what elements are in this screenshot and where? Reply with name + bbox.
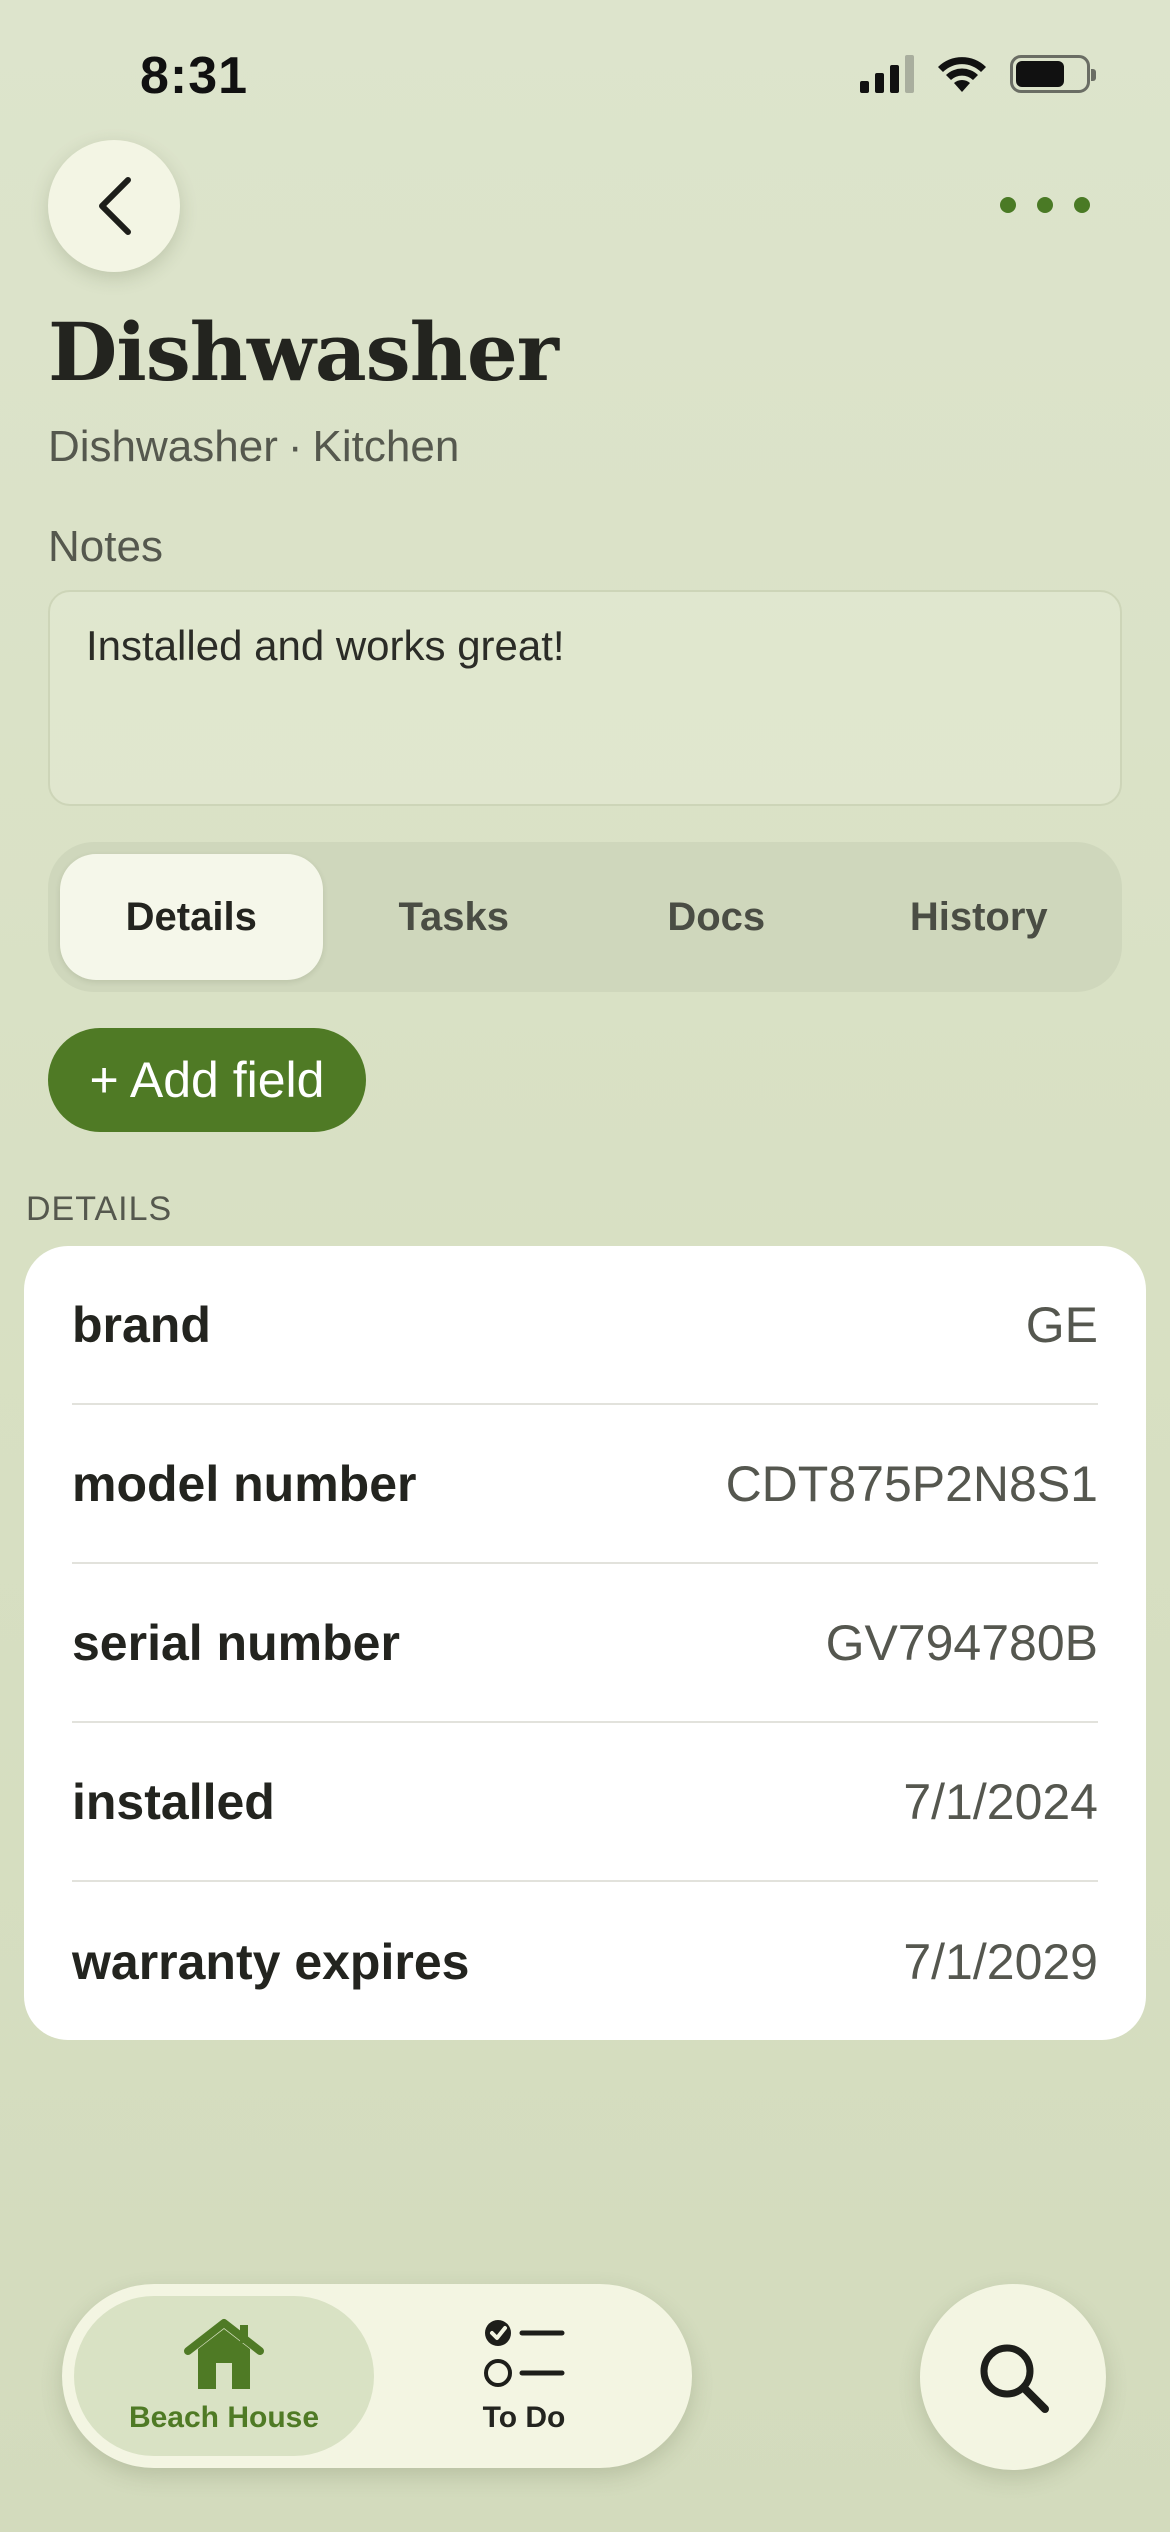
notes-field[interactable]: Installed and works great! [48,590,1122,806]
details-card: brand GE model number CDT875P2N8S1 seria… [24,1246,1146,2040]
status-icons [860,54,1096,94]
detail-row-installed[interactable]: installed 7/1/2024 [72,1723,1098,1882]
item-subtitle: Dishwasher · Kitchen [48,422,459,472]
notes-label: Notes [48,522,163,571]
back-button[interactable] [48,140,180,272]
tab-docs[interactable]: Docs [585,854,848,980]
page-title: Dishwasher [48,305,559,399]
detail-value: GV794780B [825,1614,1098,1671]
item-room: Kitchen [312,422,460,471]
battery-icon [1010,55,1096,93]
more-options-button[interactable] [1000,190,1090,220]
ellipsis-dot-icon [1037,197,1053,213]
chevron-left-icon [99,177,131,235]
status-bar: 8:31 [0,0,1170,150]
detail-value: CDT875P2N8S1 [725,1455,1098,1512]
detail-row-serial-number[interactable]: serial number GV794780B [72,1564,1098,1723]
detail-row-warranty-expires[interactable]: warranty expires 7/1/2029 [72,1882,1098,2041]
tab-tasks[interactable]: Tasks [323,854,586,980]
add-field-button[interactable]: + Add field [48,1028,366,1132]
detail-key: warranty expires [72,1933,470,1990]
house-icon [184,2319,264,2389]
subtitle-separator: · [287,422,303,471]
detail-value: GE [1025,1296,1098,1353]
ellipsis-dot-icon [1074,197,1090,213]
detail-row-brand[interactable]: brand GE [72,1246,1098,1405]
tab-details[interactable]: Details [60,854,323,980]
detail-key: installed [72,1773,275,1830]
wifi-icon [938,57,986,92]
nav-label: Beach House [128,2401,320,2434]
segmented-tabs: Details Tasks Docs History [48,842,1122,992]
detail-key: serial number [72,1614,400,1671]
detail-row-model-number[interactable]: model number CDT875P2N8S1 [72,1405,1098,1564]
cellular-signal-icon [860,55,914,93]
detail-key: model number [72,1455,417,1512]
nav-item-beach-house[interactable]: Beach House [74,2296,374,2456]
item-type: Dishwasher [48,422,278,471]
nav-item-to-do[interactable]: To Do [374,2296,674,2456]
details-section-label: DETAILS [26,1190,173,1228]
search-button[interactable] [920,2284,1106,2470]
status-time: 8:31 [140,47,249,105]
detail-value: 7/1/2029 [903,1933,1098,1990]
nav-label: To Do [482,2401,566,2434]
checklist-icon [484,2320,565,2387]
detail-value: 7/1/2024 [903,1773,1098,1830]
bottom-nav: Beach House To Do [62,2284,692,2468]
search-icon [980,2344,1049,2413]
tab-history[interactable]: History [848,854,1111,980]
ellipsis-dot-icon [1000,197,1016,213]
detail-key: brand [72,1296,211,1353]
